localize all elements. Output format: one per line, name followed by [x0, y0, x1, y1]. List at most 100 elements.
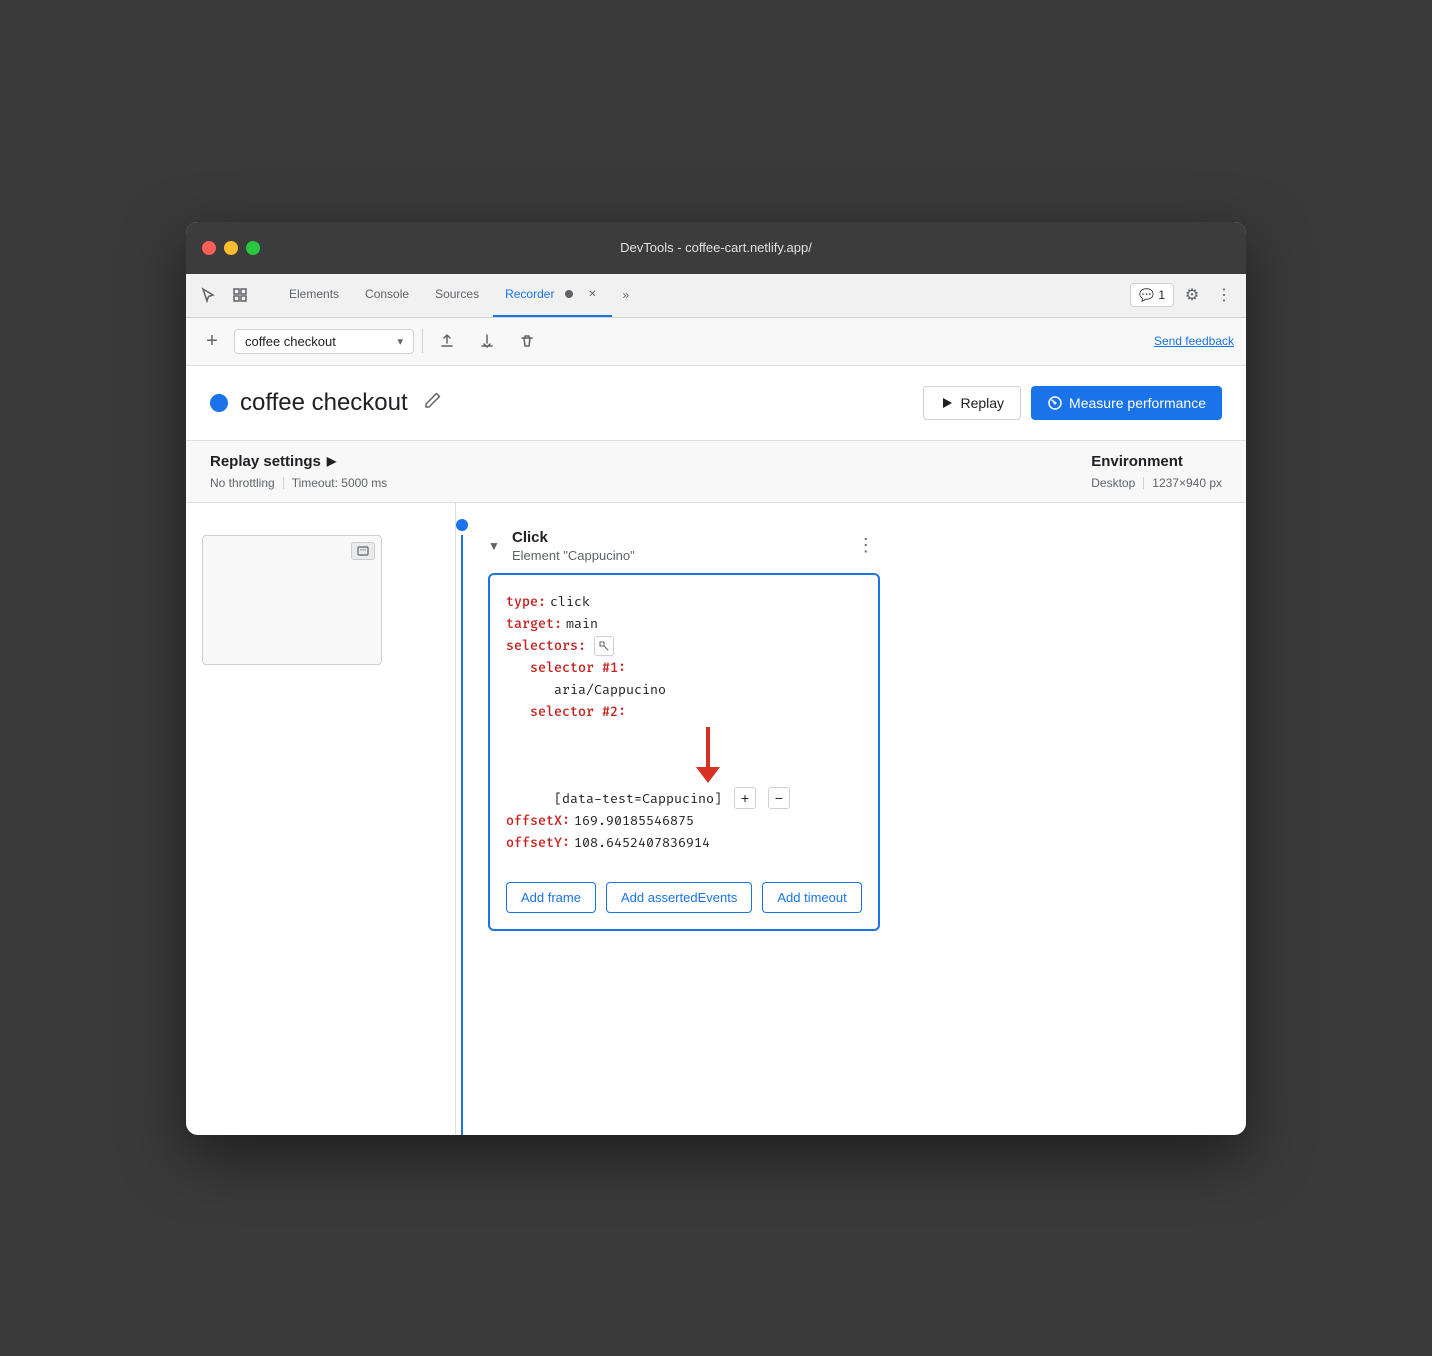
code-type-key: type: — [506, 591, 546, 613]
recording-selector-name: coffee checkout — [245, 334, 393, 349]
code-selector1-line: selector #1: — [506, 657, 862, 679]
notification-button[interactable]: 💬 1 — [1130, 283, 1174, 307]
settings-divider — [283, 477, 284, 489]
close-button[interactable] — [202, 241, 216, 255]
settings-details: No throttling Timeout: 5000 ms — [210, 476, 387, 490]
delete-button[interactable] — [511, 325, 543, 357]
arrow-head — [696, 767, 720, 783]
settings-left: Replay settings ▶ No throttling Timeout:… — [210, 453, 387, 490]
minimize-button[interactable] — [224, 241, 238, 255]
add-timeout-button[interactable]: Add timeout — [762, 882, 861, 913]
step-expand-arrow[interactable]: ▼ — [488, 539, 504, 553]
edit-title-button[interactable] — [420, 387, 446, 418]
add-recording-button[interactable]: + — [198, 327, 226, 355]
toolbar-divider-1 — [422, 329, 423, 353]
code-target-line: target: main — [506, 613, 862, 635]
performance-icon — [1047, 395, 1063, 411]
remove-selector-button[interactable]: − — [768, 787, 790, 809]
download-icon — [479, 333, 495, 349]
send-feedback-link[interactable]: Send feedback — [1154, 334, 1234, 348]
environment-title: Environment — [1091, 453, 1222, 470]
toolbar: + coffee checkout ▾ Send feedback — [186, 318, 1246, 366]
replay-settings-title[interactable]: Replay settings ▶ — [210, 453, 387, 470]
tab-bar-left — [194, 274, 267, 317]
code-selector2-key: selector #2: — [530, 701, 626, 723]
delete-icon — [519, 333, 535, 349]
code-selector1-val: aria/Cappucino — [554, 679, 666, 701]
inspect-icon-btn[interactable] — [226, 281, 254, 309]
steps-content: ▼ Click Element "Cappucino" ⋮ type: — [468, 503, 900, 952]
step-dot-column — [456, 503, 468, 1135]
env-divider — [1143, 477, 1144, 489]
arrow-shaft — [706, 727, 710, 767]
step-more-menu-button[interactable]: ⋮ — [852, 532, 880, 560]
code-offsetY-line: offsetY: 108.6452407836914 — [506, 832, 862, 854]
code-selector2-val-line: [data-test=Cappucino] + − — [506, 787, 862, 810]
recording-header: coffee checkout Replay — [210, 386, 1222, 420]
settings-right: Environment Desktop 1237×940 px — [1091, 453, 1222, 490]
step-thumbnail — [202, 535, 382, 665]
code-offsetX-line: offsetX: 169.90185546875 — [506, 810, 862, 832]
step-dot — [456, 519, 468, 531]
code-offsetY-key: offsetY: — [506, 832, 570, 854]
steps-area: ▼ Click Element "Cappucino" ⋮ type: — [186, 503, 1246, 1135]
step-timeline: ▼ Click Element "Cappucino" ⋮ type: — [456, 503, 900, 1135]
measure-performance-button[interactable]: Measure performance — [1031, 386, 1222, 420]
tab-sources[interactable]: Sources — [423, 274, 491, 317]
step-subtitle: Element "Cappucino" — [512, 548, 635, 563]
code-type-line: type: click — [506, 591, 862, 613]
selector-icon[interactable] — [594, 636, 614, 656]
import-button[interactable] — [471, 325, 503, 357]
code-selector2-val: [data-test=Cappucino] — [554, 788, 722, 810]
code-target-val: main — [566, 613, 598, 635]
play-icon — [940, 396, 954, 410]
thumbnail-icon — [351, 542, 375, 560]
code-type-val: click — [550, 591, 590, 613]
selector-add-remove-buttons: + − — [734, 787, 790, 810]
code-selectors-key: selectors: — [506, 635, 586, 657]
recording-selector[interactable]: coffee checkout ▾ — [234, 329, 414, 354]
cursor-icon-btn[interactable] — [194, 281, 222, 309]
add-selector-button[interactable]: + — [734, 787, 756, 809]
tab-console[interactable]: Console — [353, 274, 421, 317]
recording-dot — [210, 394, 228, 412]
code-offsetX-val: 169.90185546875 — [574, 810, 694, 832]
code-selectors-line: selectors: — [506, 635, 862, 657]
tab-bar: Elements Console Sources Recorder ✕ » 💬 … — [186, 274, 1246, 318]
window-title: DevTools - coffee-cart.netlify.app/ — [620, 240, 812, 255]
notification-icon: 💬 — [1139, 288, 1154, 302]
tab-recorder[interactable]: Recorder ✕ — [493, 274, 612, 317]
maximize-button[interactable] — [246, 241, 260, 255]
replay-settings-bar: Replay settings ▶ No throttling Timeout:… — [186, 441, 1246, 503]
tab-close-button[interactable]: ✕ — [584, 286, 600, 302]
chevron-down-icon: ▾ — [397, 335, 403, 348]
recorder-dot-icon — [562, 287, 576, 301]
title-bar: DevTools - coffee-cart.netlify.app/ — [186, 222, 1246, 274]
code-offsetY-val: 108.6452407836914 — [574, 832, 710, 854]
thumbnail-column — [186, 503, 456, 1135]
traffic-lights — [202, 241, 260, 255]
upload-icon — [439, 333, 455, 349]
replay-button[interactable]: Replay — [923, 386, 1021, 420]
red-arrow-icon — [696, 727, 720, 783]
code-selector2-line: selector #2: — [506, 701, 862, 723]
settings-icon: ⚙ — [1185, 285, 1199, 305]
step-item-click: ▼ Click Element "Cappucino" ⋮ type: — [488, 519, 880, 932]
code-selector1-val-line: aria/Cappucino — [506, 679, 862, 701]
more-button[interactable]: ⋮ — [1210, 281, 1238, 309]
add-frame-button[interactable]: Add frame — [506, 882, 596, 913]
recording-title: coffee checkout — [240, 389, 408, 417]
arrow-annotation — [554, 727, 862, 783]
code-target-key: target: — [506, 613, 562, 635]
step-action-buttons: Add frame Add assertedEvents Add timeout — [506, 870, 862, 913]
environment-details: Desktop 1237×940 px — [1091, 476, 1222, 490]
tab-elements[interactable]: Elements — [277, 274, 351, 317]
tab-bar-right: 💬 1 ⚙ ⋮ — [1130, 274, 1238, 317]
recording-header-section: coffee checkout Replay — [186, 366, 1246, 441]
code-selector1-key: selector #1: — [530, 657, 626, 679]
tab-more-button[interactable]: » — [614, 274, 637, 317]
export-button[interactable] — [431, 325, 463, 357]
add-asserted-events-button[interactable]: Add assertedEvents — [606, 882, 752, 913]
step-vertical-line — [461, 535, 463, 1135]
settings-button[interactable]: ⚙ — [1178, 281, 1206, 309]
